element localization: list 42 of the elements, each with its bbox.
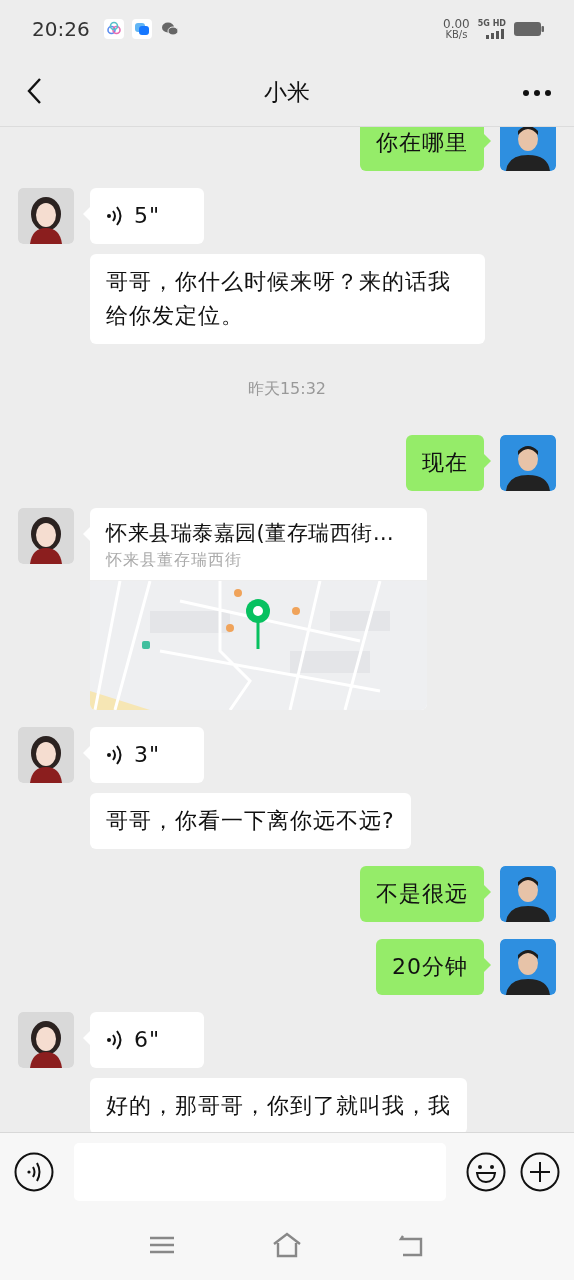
location-title: 怀来县瑞泰嘉园(董存瑞西街… (106, 520, 396, 547)
more-icon (522, 88, 552, 97)
avatar[interactable] (500, 866, 556, 922)
status-time: 20:26 (32, 17, 90, 41)
location-address: 怀来县董存瑞西街 (106, 549, 243, 571)
message-bubble[interactable]: 不是很远 (360, 866, 484, 922)
net-speed-unit: KB/s (445, 30, 468, 40)
voice-message[interactable]: 5" (90, 188, 204, 244)
avatar[interactable] (500, 435, 556, 491)
home-button[interactable] (272, 1232, 302, 1258)
avatar[interactable] (18, 727, 74, 783)
voice-message[interactable]: 3" (90, 727, 204, 783)
avatar[interactable] (18, 188, 74, 244)
voice-icon (106, 744, 124, 766)
network-type: 5G HD (477, 19, 506, 28)
battery-icon (514, 22, 544, 36)
message-bubble[interactable]: 哥哥，你看一下离你远不远? (90, 793, 411, 849)
voice-input-button[interactable] (14, 1151, 54, 1192)
voice-message[interactable]: 6" (90, 1012, 204, 1068)
voice-icon (106, 1029, 124, 1051)
message-bubble[interactable]: 现在 (406, 435, 484, 491)
app-icon (103, 19, 124, 39)
chat-app-icon (131, 19, 152, 39)
voice-icon (106, 205, 124, 227)
emoji-button[interactable] (466, 1151, 506, 1192)
signal-icon (484, 28, 506, 39)
avatar[interactable] (500, 127, 556, 171)
message-bubble[interactable]: 好的，那哥哥，你到了就叫我，我 (90, 1078, 467, 1132)
location-card[interactable]: 怀来县瑞泰嘉园(董存瑞西街… 怀来县董存瑞西街 (90, 508, 427, 710)
add-button[interactable] (520, 1151, 560, 1192)
avatar[interactable] (18, 1012, 74, 1068)
voice-duration: 6" (134, 1026, 161, 1054)
message-bubble[interactable]: 你在哪里 (360, 127, 484, 171)
avatar[interactable] (500, 939, 556, 995)
voice-duration: 5" (134, 202, 161, 230)
avatar[interactable] (18, 508, 74, 564)
voice-duration: 3" (134, 741, 161, 769)
message-bubble[interactable]: 哥哥，你什么时候来呀？来的话我给你发定位。 (90, 254, 485, 344)
message-bubble[interactable]: 20分钟 (376, 939, 484, 995)
chat-title: 小米 (264, 78, 310, 105)
message-time: 昨天15:32 (247, 378, 327, 400)
net-speed: 0.00 (443, 18, 470, 30)
